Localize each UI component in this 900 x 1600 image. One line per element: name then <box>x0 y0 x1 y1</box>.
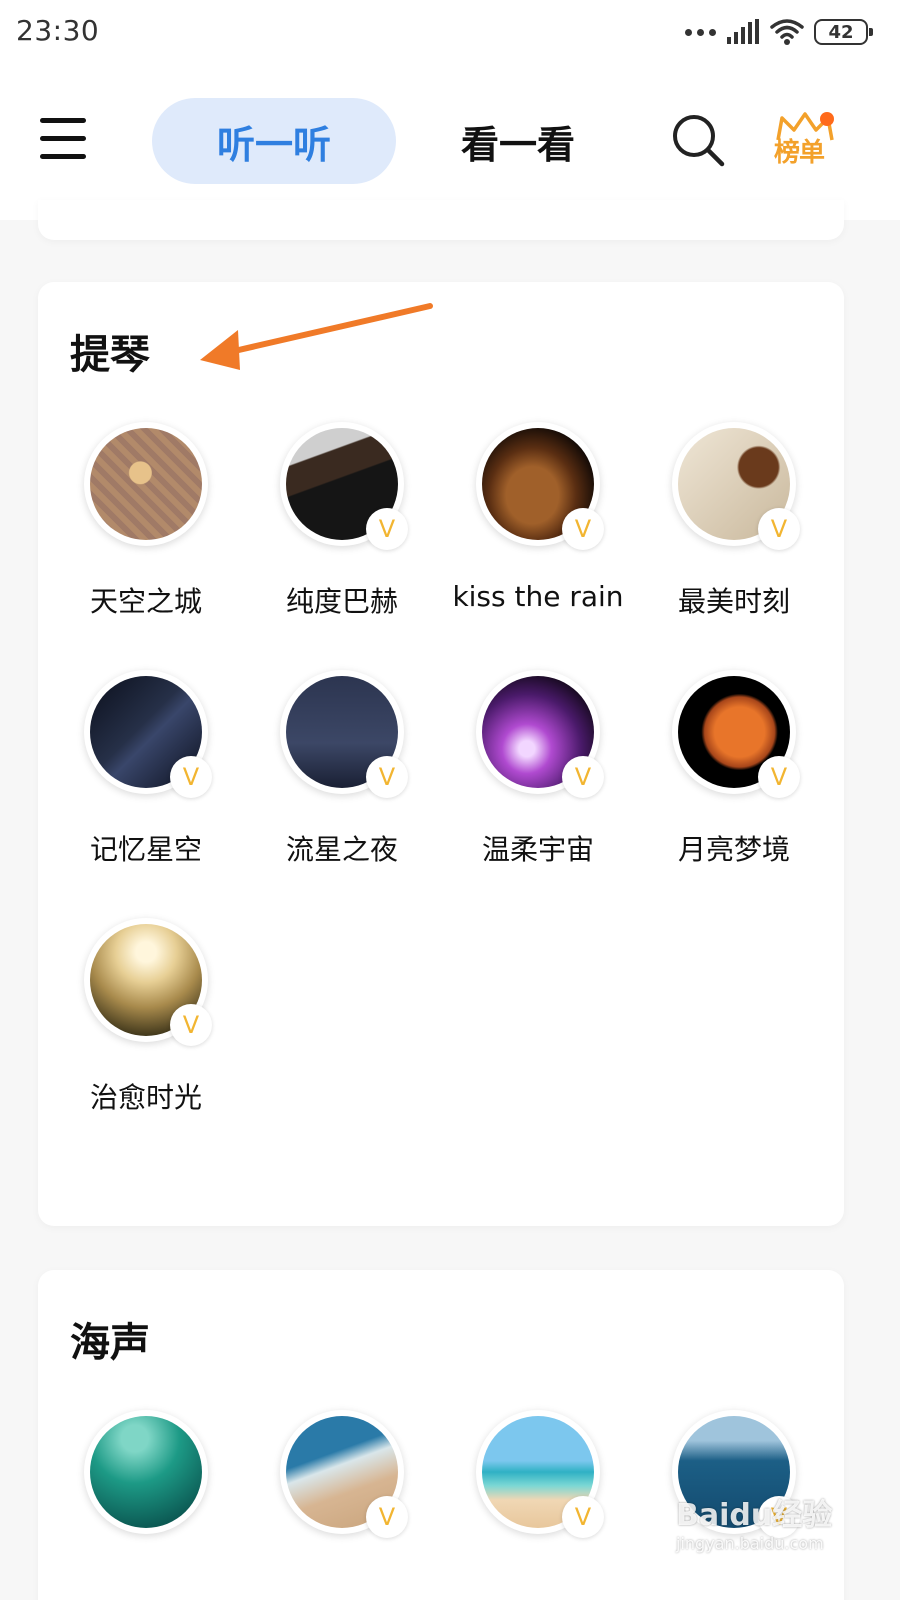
item-label: 流星之夜 <box>285 833 398 866</box>
avatar-ring: V <box>476 422 604 550</box>
item-label: 治愈时光 <box>89 1081 202 1114</box>
vip-badge-icon: V <box>170 756 212 798</box>
tab-listen[interactable]: 听一听 <box>152 98 396 184</box>
cover-image <box>90 1416 202 1528</box>
avatar-ring <box>84 422 208 546</box>
menu-icon[interactable] <box>40 118 86 162</box>
previous-section-card <box>38 200 844 240</box>
sound-item[interactable]: V 记忆星空 <box>48 670 244 870</box>
watermark-sub: jingyan.baidu.com <box>676 1534 824 1553</box>
sound-item[interactable]: V 温柔宇宙 <box>440 670 636 870</box>
sound-item[interactable]: V 月亮梦境 <box>636 670 832 870</box>
battery-indicator: 42 <box>814 19 873 45</box>
notification-dot <box>820 112 834 126</box>
section-title: 海声 <box>70 1320 150 1366</box>
sound-item[interactable]: V 纯度巴赫 <box>244 422 440 622</box>
avatar-ring: V <box>280 670 408 798</box>
section-title: 提琴 <box>70 332 150 378</box>
rank-label: 榜单 <box>774 138 825 168</box>
avatar-ring: V <box>280 422 408 550</box>
cover-image <box>90 428 202 540</box>
avatar-ring: V <box>84 670 212 798</box>
vip-badge-icon: V <box>562 508 604 550</box>
item-label: 月亮梦境 <box>677 833 790 866</box>
vip-badge-icon: V <box>562 1496 604 1538</box>
section-card-violin: 提琴 天空之城 V 纯度巴赫 V kiss the rain V 最美时刻 V <box>38 282 844 1226</box>
sound-item[interactable]: V 流星之夜 <box>244 670 440 870</box>
sound-item[interactable] <box>48 1410 244 1560</box>
watermark: Baidu经验 jingyan.baidu.com <box>676 1490 846 1553</box>
item-label: 记忆星空 <box>89 833 202 866</box>
sound-item[interactable]: V <box>244 1410 440 1560</box>
annotation-arrow-icon <box>200 303 433 370</box>
avatar-ring: V <box>672 422 800 550</box>
sound-item[interactable]: 天空之城 <box>48 422 244 622</box>
status-icons: 42 <box>685 16 873 48</box>
signal-icon <box>727 19 759 44</box>
more-dots-icon <box>685 28 716 36</box>
avatar-ring: V <box>476 1410 604 1538</box>
watermark-main: Baidu经验 <box>676 1498 833 1533</box>
rank-button[interactable]: 榜单 <box>772 108 838 172</box>
vip-badge-icon: V <box>170 1004 212 1046</box>
sound-item[interactable]: V kiss the rain <box>440 422 636 622</box>
vip-badge-icon: V <box>366 1496 408 1538</box>
vip-badge-icon: V <box>562 756 604 798</box>
avatar-ring: V <box>476 670 604 798</box>
wifi-icon <box>770 19 804 45</box>
sound-item[interactable]: V 最美时刻 <box>636 422 832 622</box>
vip-badge-icon: V <box>758 756 800 798</box>
avatar-ring: V <box>672 670 800 798</box>
top-header: 听一听 看一看 榜单 <box>0 64 900 220</box>
item-label: 温柔宇宙 <box>481 833 594 866</box>
vip-badge-icon: V <box>758 508 800 550</box>
status-time: 23:30 <box>16 14 100 47</box>
avatar-ring: V <box>280 1410 408 1538</box>
item-label: 天空之城 <box>89 585 202 618</box>
vip-badge-icon: V <box>366 508 408 550</box>
item-label: 最美时刻 <box>677 585 790 618</box>
item-label: kiss the rain <box>452 580 624 613</box>
sound-item[interactable]: V <box>440 1410 636 1560</box>
search-icon[interactable] <box>670 112 726 168</box>
sound-item[interactable]: V 治愈时光 <box>48 918 244 1118</box>
avatar-ring: V <box>84 918 212 1046</box>
item-label: 纯度巴赫 <box>285 585 398 618</box>
status-bar: 23:30 42 <box>0 0 900 64</box>
vip-badge-icon: V <box>366 756 408 798</box>
tab-watch[interactable]: 看一看 <box>440 98 596 184</box>
avatar-ring <box>84 1410 208 1534</box>
